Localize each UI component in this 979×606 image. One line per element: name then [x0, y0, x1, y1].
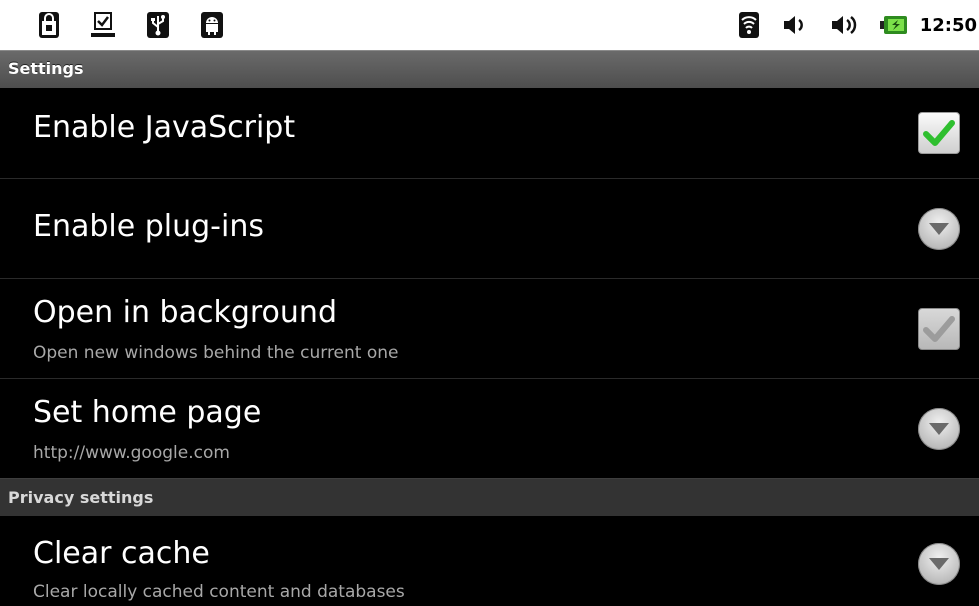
checkmark-icon	[923, 315, 955, 342]
usb-icon[interactable]	[146, 11, 170, 39]
notification-icons	[0, 11, 224, 39]
list-item-open-in-background[interactable]: Open in background Open new windows behi…	[0, 279, 979, 379]
enable-plugins-button[interactable]	[917, 207, 961, 251]
status-bar: 12:50	[0, 0, 979, 50]
preference-list: Enable JavaScript Enable plug-ins Open i…	[0, 88, 979, 606]
list-item-enable-javascript[interactable]: Enable JavaScript	[0, 88, 979, 179]
clear-cache-button[interactable]	[917, 542, 961, 586]
list-item-title: Enable JavaScript	[33, 110, 296, 145]
list-item-summary: Clear locally cached content and databas…	[33, 582, 405, 602]
system-icons: 12:50	[738, 0, 979, 50]
chevron-down-icon	[918, 207, 960, 250]
download-complete-icon[interactable]	[90, 11, 116, 39]
list-item-clear-cache[interactable]: Clear cache Clear locally cached content…	[0, 516, 979, 606]
list-item-title: Clear cache	[33, 536, 210, 571]
list-item-summary: http://www.google.com	[33, 443, 230, 463]
battery-charging-icon	[879, 14, 908, 36]
list-item-title: Open in background	[33, 295, 337, 330]
title-bar: Settings	[0, 50, 979, 88]
list-item-summary: Open new windows behind the current one	[33, 343, 399, 363]
list-item-title: Enable plug-ins	[33, 209, 264, 244]
list-item-set-home-page[interactable]: Set home page http://www.google.com	[0, 379, 979, 478]
list-item-title: Set home page	[33, 395, 262, 430]
volume-icon	[782, 13, 810, 37]
set-home-page-button[interactable]	[917, 407, 961, 451]
category-title: Privacy settings	[8, 488, 154, 507]
category-header-privacy: Privacy settings	[0, 478, 979, 516]
volume-icon	[830, 13, 860, 37]
list-item-enable-plugins[interactable]: Enable plug-ins	[0, 179, 979, 279]
enable-javascript-checkbox[interactable]	[917, 111, 961, 155]
open-in-background-checkbox[interactable]	[917, 307, 961, 351]
clock: 12:50	[919, 14, 977, 36]
chevron-down-icon	[918, 543, 960, 585]
chevron-down-icon	[918, 407, 960, 450]
page-title: Settings	[8, 59, 84, 78]
checkbox-checked[interactable]	[918, 112, 960, 154]
shopping-bag-icon[interactable]	[38, 11, 60, 39]
checkmark-icon	[923, 120, 955, 146]
android-debug-icon[interactable]	[200, 11, 224, 39]
checkbox-checked-disabled[interactable]	[918, 307, 960, 350]
wifi-icon	[738, 11, 760, 39]
